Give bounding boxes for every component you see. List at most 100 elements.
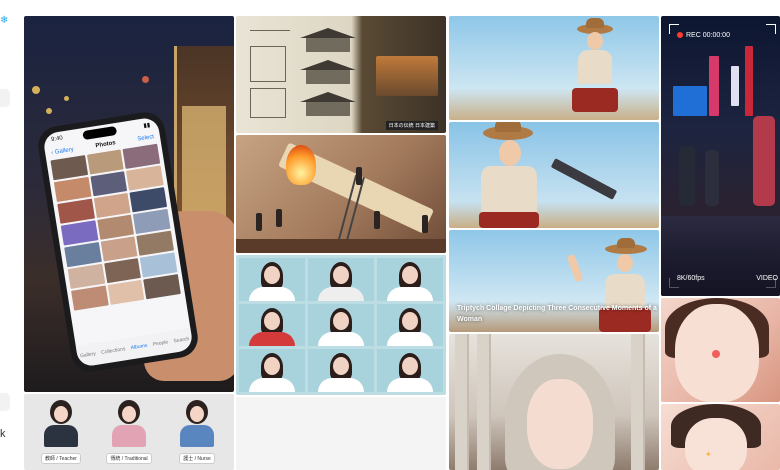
phone-thumbnail: [96, 214, 135, 240]
gallery-tile-wink-portrait[interactable]: [661, 298, 780, 402]
cowgirl-skirt: [572, 88, 618, 112]
gallery-tile-placeholder: [236, 397, 446, 470]
sticker-label: 傳統 / Traditional: [106, 453, 152, 464]
raised-hand: [566, 253, 584, 283]
phone-thumbnail: [133, 208, 171, 235]
house-elevation: [306, 102, 350, 116]
red-nose: [712, 350, 720, 358]
shop-window: [182, 106, 226, 226]
cowboy-hat: [617, 238, 635, 248]
gallery-tile-cowgirl-1[interactable]: [449, 16, 659, 120]
gallery-tile-architecture[interactable]: 日本の伝統 日本建築: [236, 16, 446, 133]
cowboy-hat: [586, 18, 604, 28]
building-column: [631, 334, 645, 470]
house-elevation: [306, 70, 350, 84]
pedestrian: [679, 146, 695, 206]
cowgirl-face: [499, 140, 521, 166]
phone-screen: 9:40 ▮▮ ‹ Gallery Photos Select Gallery …: [42, 116, 194, 368]
bokeh-light: [32, 86, 40, 94]
portrait-cell: [377, 349, 443, 392]
signal-icon: ▮▮: [143, 122, 151, 130]
gallery-tile-portrait-street[interactable]: [449, 334, 659, 470]
architecture-caption: 日本の伝統 日本建築: [385, 121, 438, 130]
portrait-cell: [308, 258, 374, 301]
phone-thumbnail: [136, 230, 174, 256]
pedestrian: [753, 116, 775, 206]
portrait-cell: [239, 349, 305, 392]
house-roof: [300, 60, 356, 70]
woman-face: [527, 379, 593, 469]
phone-thumbnail: [60, 220, 99, 246]
house-roof: [300, 92, 356, 102]
building-column: [455, 334, 469, 470]
illustrated-pavilion: [376, 56, 438, 96]
portrait-grid: [236, 255, 446, 395]
phone-thumbnail: [57, 198, 95, 224]
phone-thumbnail: [129, 187, 168, 213]
portrait-cell: [239, 258, 305, 301]
phone-thumbnail: [50, 155, 88, 181]
phone-thumbnail: [126, 165, 164, 191]
woman-face: [685, 418, 747, 470]
phone-thumbnail: [64, 242, 102, 268]
gallery-tile-cowgirl-3[interactable]: Triptych Collage Depicting Three Consecu…: [449, 230, 659, 332]
cowgirl-caption: Triptych Collage Depicting Three Consecu…: [457, 305, 657, 323]
portrait-cell: [308, 349, 374, 392]
cowboy-hat: [495, 122, 521, 132]
phone-thumbnail: [100, 236, 138, 262]
bokeh-light: [46, 108, 52, 114]
wet-street: [661, 216, 780, 296]
phone-thumbnail: [86, 149, 125, 175]
neon-sign: [731, 66, 739, 106]
gallery-tile-miniature-firefighters[interactable]: [236, 135, 446, 253]
sidebar-pill[interactable]: [0, 89, 10, 107]
snowflake-icon[interactable]: ❄: [0, 16, 10, 26]
portrait-cell: [377, 303, 443, 347]
gallery-tile-phone-photo[interactable]: 9:40 ▮▮ ‹ Gallery Photos Select Gallery …: [24, 16, 234, 392]
phone-tab: Search: [173, 336, 190, 345]
gallery-tile-portrait-grid[interactable]: [236, 255, 446, 395]
gallery-tile-cyberpunk-video[interactable]: REC 00:00:00 8K/60fps VIDEO: [661, 16, 780, 296]
sticker-teacher: 教師 / Teacher: [34, 400, 88, 465]
sticker-label: 護士 / Nurse: [179, 453, 215, 464]
sidebar-letter: k: [0, 428, 6, 440]
cowgirl-face: [587, 32, 603, 50]
phone-thumbnail: [103, 258, 142, 284]
portrait-cell: [308, 303, 374, 347]
bokeh-light: [142, 76, 149, 83]
sticker-nurse: 護士 / Nurse: [170, 400, 224, 465]
house-roof: [300, 28, 356, 38]
phone-thumbnail: [53, 176, 92, 203]
floor-plan: [250, 88, 286, 118]
phone-photo-grid: [46, 141, 185, 313]
neon-sign: [673, 86, 707, 116]
neon-sign: [709, 56, 719, 116]
phone-thumbnail: [93, 192, 131, 219]
sparkle-icon: ✦: [705, 450, 712, 459]
phone-thumbnail: [67, 263, 105, 289]
gallery-tile-stickers[interactable]: 教師 / Teacher 傳統 / Traditional 護士 / Nurse: [24, 394, 234, 470]
phone-tab: Albums: [130, 342, 148, 352]
firefighter-figure: [276, 209, 282, 227]
phone-thumbnail: [90, 171, 128, 197]
portrait-cell: [239, 303, 305, 347]
phone-thumbnail: [122, 143, 161, 169]
video-resolution-label: 8K/60fps: [677, 275, 705, 282]
floor-plan: [250, 46, 286, 82]
sticker-label: 教師 / Teacher: [41, 453, 81, 464]
gallery-tile-portrait-sparkle[interactable]: ✦: [661, 404, 780, 470]
cowgirl-body: [578, 50, 612, 84]
sidebar-pill[interactable]: [0, 393, 10, 411]
flame: [286, 145, 316, 185]
firefighter-figure: [356, 167, 362, 185]
portrait-cell: [377, 258, 443, 301]
viewfinder-corner: [766, 24, 776, 34]
neon-sign: [745, 46, 753, 116]
record-dot-icon: [677, 32, 683, 39]
table-surface: [236, 239, 446, 253]
gallery-tile-cowgirl-2[interactable]: [449, 122, 659, 228]
building-column: [477, 334, 491, 470]
bokeh-light: [64, 96, 69, 101]
phone-thumbnail: [140, 252, 178, 278]
revolver: [550, 158, 618, 200]
